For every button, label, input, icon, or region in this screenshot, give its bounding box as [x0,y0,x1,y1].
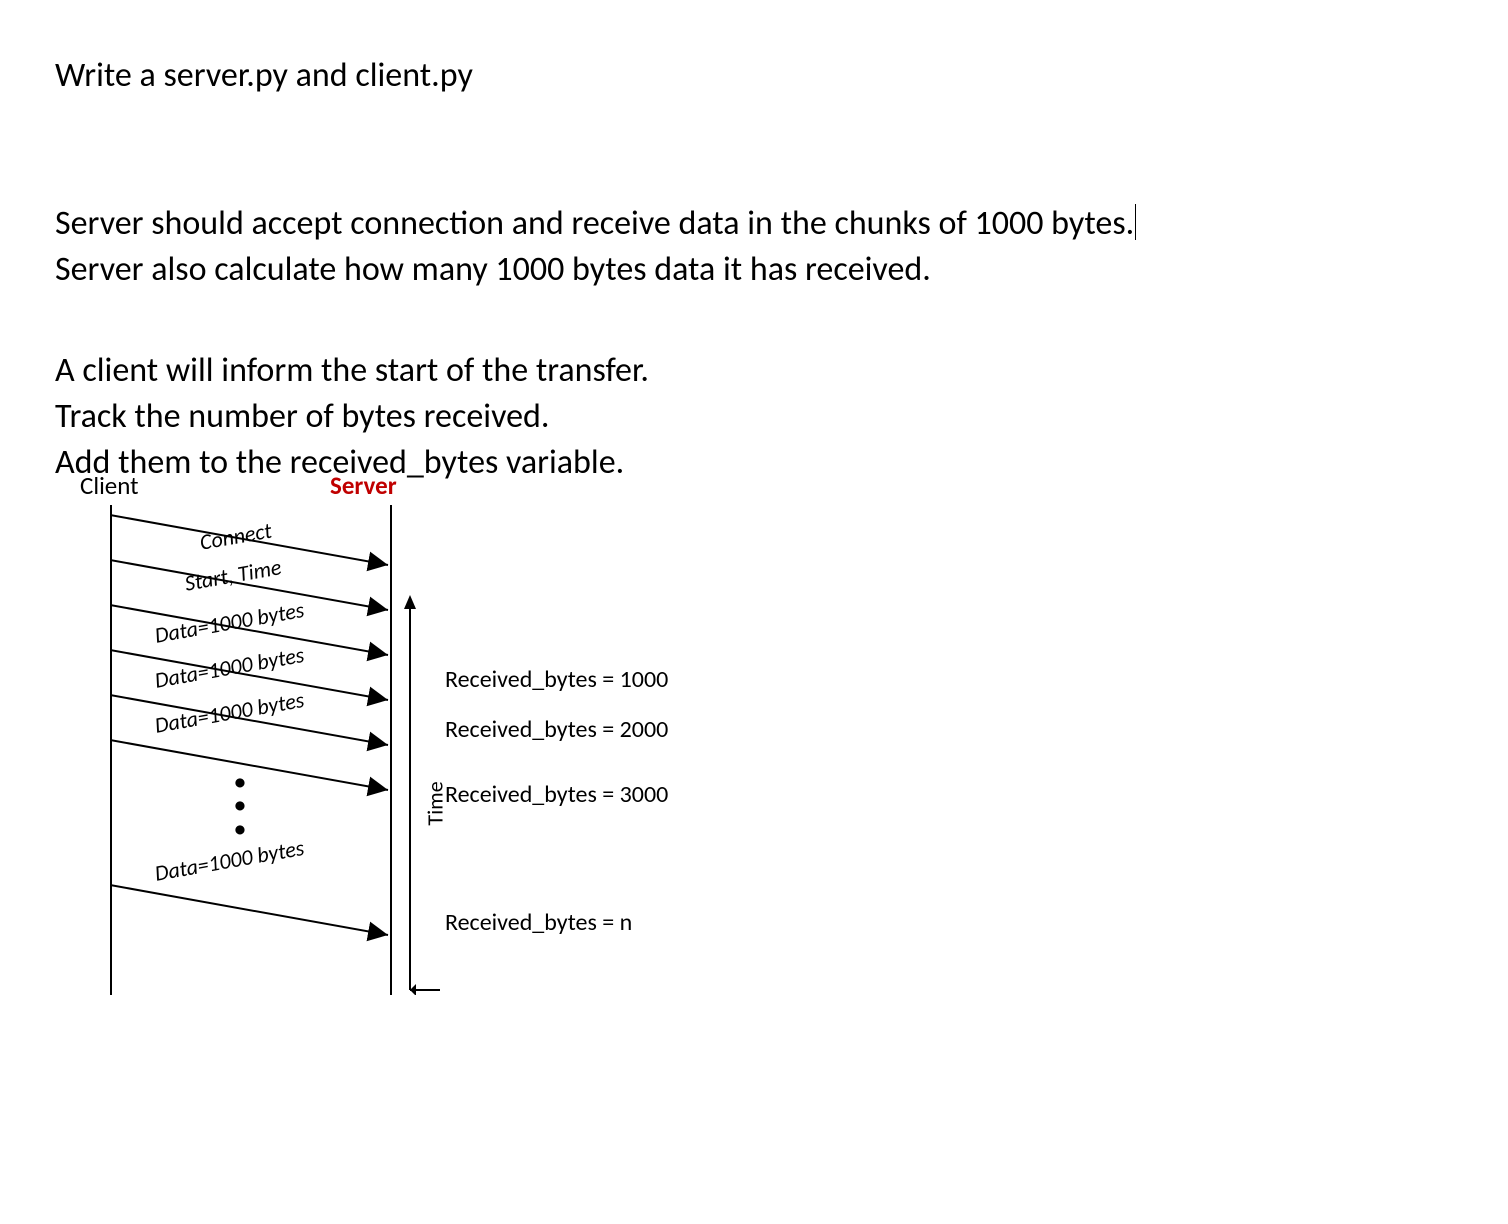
received-bytes-3: Received_bytes = 3000 [445,780,668,809]
paragraph-2-line-1: A client will inform the start of the tr… [55,350,649,391]
text-cursor [1135,204,1136,240]
paragraph-1: Server should accept connection and rece… [55,201,1453,293]
ellipsis-dots: ••• [230,770,250,840]
document-page: Write a server.py and client.py Server s… [0,0,1508,1224]
server-label: Server [330,470,397,501]
paragraph-1-line-2: Server also calculate how many 1000 byte… [55,249,931,290]
paragraph-1-line-1: Server should accept connection and rece… [55,203,1134,244]
received-bytes-1: Received_bytes = 1000 [445,665,668,694]
client-label: Client [80,470,139,501]
heading: Write a server.py and client.py [55,55,1453,96]
paragraph-2-line-2: Track the number of bytes received. [55,396,549,437]
sequence-diagram: Client Server Time [55,470,1005,1010]
received-bytes-n: Received_bytes = n [445,908,632,937]
paragraph-2: A client will inform the start of the tr… [55,348,1453,486]
received-bytes-2: Received_bytes = 2000 [445,715,668,744]
